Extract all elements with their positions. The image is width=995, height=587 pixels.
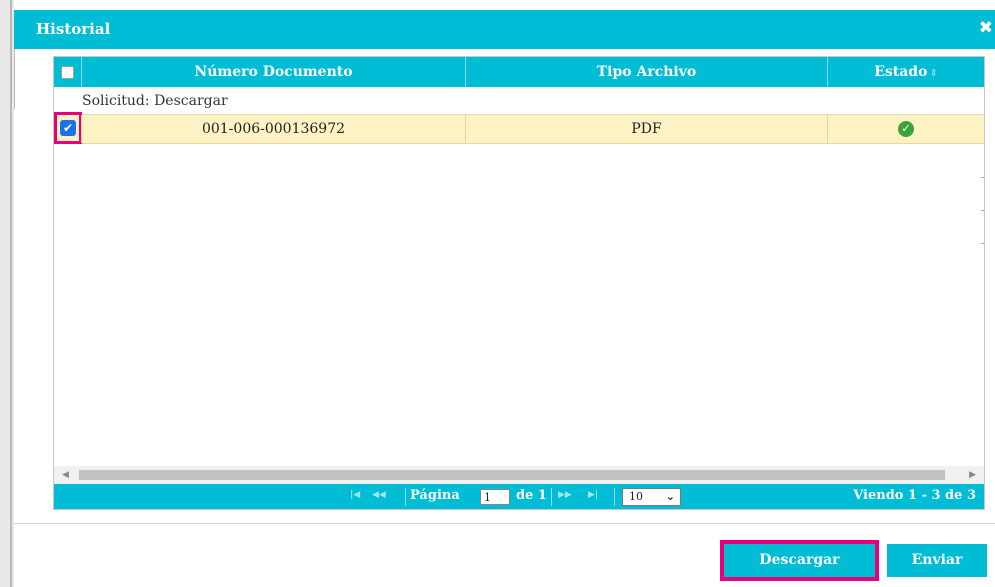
scroll-right-icon[interactable]: ▶ <box>969 466 976 484</box>
rows-per-page-value: 10 <box>629 490 643 503</box>
header-numero-documento[interactable]: Número Documento <box>82 57 465 87</box>
last-page-icon[interactable]: ▶| <box>588 490 598 500</box>
documents-grid: Número Documento Tipo Archivo Estado ⇕ So… <box>53 56 985 510</box>
chevron-down-icon: ⌄ <box>665 490 675 503</box>
cell-estado: ✓ <box>828 115 984 143</box>
first-page-icon[interactable]: |◀ <box>350 490 360 500</box>
group-row: Solicitud: Descargar <box>82 93 228 109</box>
next-page-icon[interactable]: ▶▶ <box>558 490 572 500</box>
scrollbar-thumb[interactable] <box>79 470 945 480</box>
header-estado[interactable]: Estado ⇕ <box>828 57 984 87</box>
viewing-count: Viendo 1 - 3 de 3 <box>853 488 976 503</box>
cell-tipo-archivo: PDF <box>631 121 662 137</box>
historial-dialog: Historial ✖ Número Documento Tipo Archiv… <box>14 10 995 587</box>
close-icon[interactable]: ✖ <box>979 18 993 38</box>
scroll-ticks <box>981 177 984 317</box>
pager-divider <box>405 488 406 506</box>
dialog-left-border <box>14 49 15 109</box>
row-checkbox[interactable]: ✔ <box>60 120 76 136</box>
cell-numero-documento: 001-006-000136972 <box>201 121 346 137</box>
page-label: Página <box>410 488 460 503</box>
select-all-checkbox[interactable] <box>61 66 74 79</box>
page-edge-line <box>10 0 12 587</box>
rows-per-page-select[interactable]: 10 ⌄ <box>622 488 681 506</box>
footer-divider <box>14 523 995 524</box>
descargar-button[interactable]: Descargar <box>720 540 879 581</box>
dialog-titlebar: Historial ✖ <box>14 10 995 49</box>
sort-icon[interactable]: ⇕ <box>929 68 937 79</box>
pager-divider <box>551 488 552 506</box>
page-number-input[interactable] <box>480 489 510 505</box>
grid-header: Número Documento Tipo Archivo Estado ⇕ <box>54 57 984 87</box>
enviar-button[interactable]: Enviar <box>887 544 987 577</box>
header-estado-label: Estado <box>874 64 928 80</box>
pager: |◀ ◀◀ Página de 1 ▶▶ ▶| 10 ⌄ Viendo 1 - … <box>54 484 984 509</box>
dialog-title: Historial <box>36 20 111 38</box>
horizontal-scrollbar[interactable]: ◀ ▶ <box>54 466 984 484</box>
page-of-label: de 1 <box>516 488 547 503</box>
scroll-left-icon[interactable]: ◀ <box>62 466 69 484</box>
header-tipo-archivo[interactable]: Tipo Archivo <box>466 57 827 87</box>
table-row[interactable]: ✔ 001-006-000136972 PDF ✓ <box>54 112 984 144</box>
pager-divider <box>614 488 615 506</box>
descargar-button-label: Descargar <box>728 546 871 575</box>
check-circle-icon: ✓ <box>898 121 914 137</box>
prev-page-icon[interactable]: ◀◀ <box>372 490 386 500</box>
